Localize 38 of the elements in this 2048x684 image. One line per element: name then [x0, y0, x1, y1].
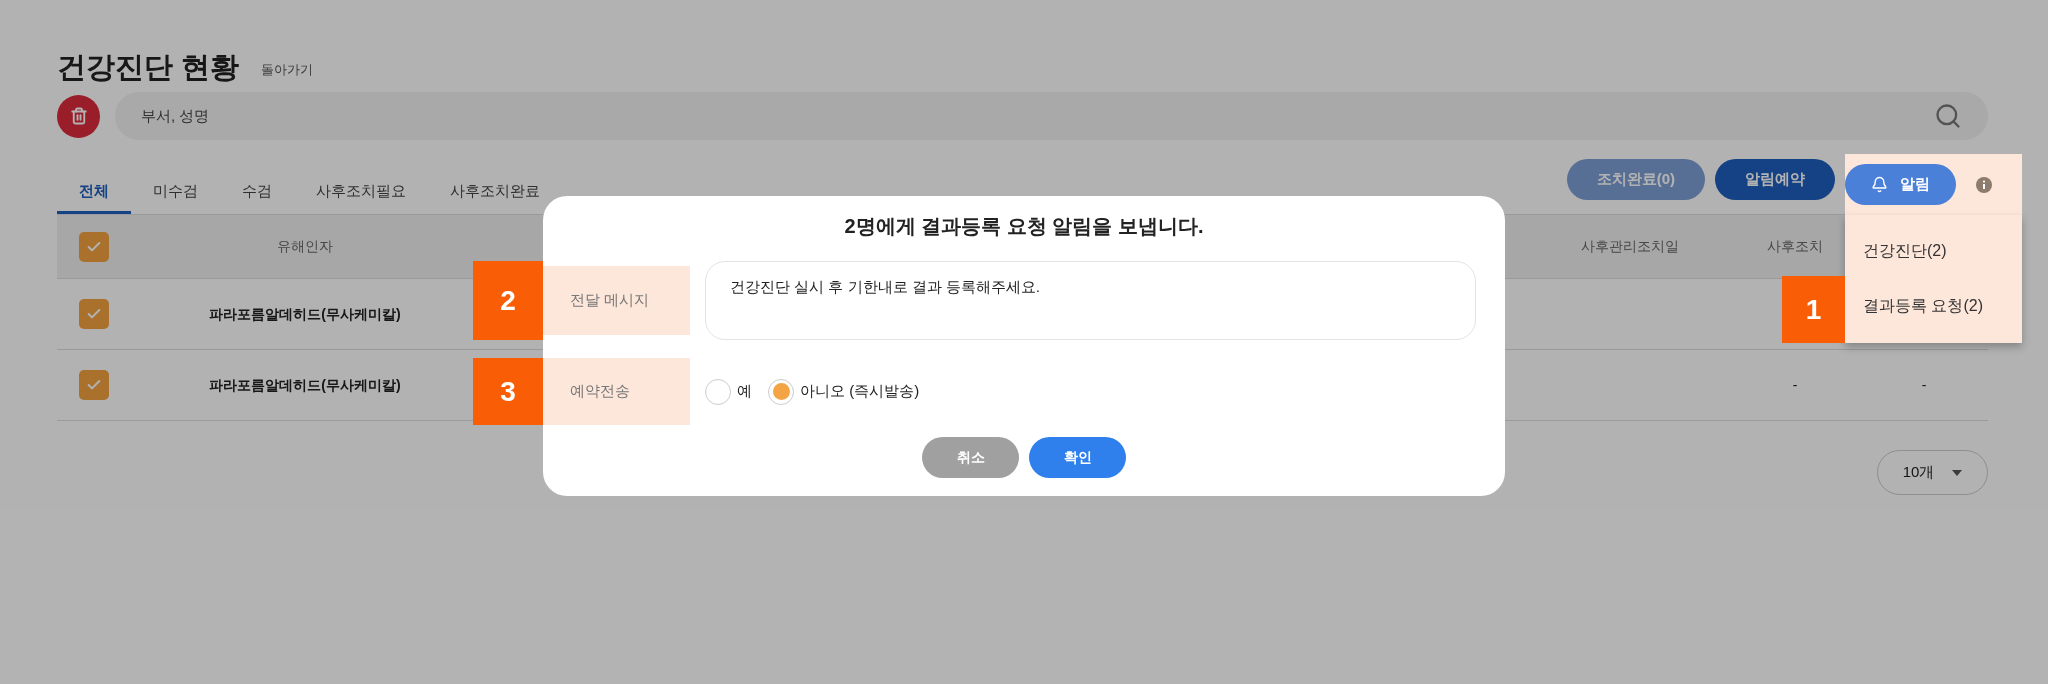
confirm-button[interactable]: 확인 [1029, 437, 1126, 478]
tab[interactable]: 수검 [220, 172, 294, 214]
step-marker: 3 [473, 358, 543, 425]
tab[interactable]: 사후조치완료 [428, 172, 562, 214]
table-cell-text: 파라포름알데히드(무사케미칼) [208, 375, 402, 395]
menu-item[interactable]: 결과등록 요청(2) [1845, 278, 2022, 333]
page-title: 건강진단 현황 [57, 53, 240, 82]
tab[interactable]: 미수검 [131, 172, 220, 214]
tab[interactable]: 사후조치필요 [294, 172, 428, 214]
caret-icon [1952, 469, 1963, 476]
checkbox[interactable] [78, 370, 109, 400]
trash-icon [69, 107, 88, 125]
info-icon[interactable] [1976, 176, 1992, 193]
table-cell: - [1792, 376, 1798, 393]
step-marker: 1 [1782, 276, 1845, 343]
table-cell: - [1921, 376, 1927, 393]
notify-button[interactable]: 알림 [1845, 164, 1956, 205]
radio-option[interactable]: 아니오 (즉시발송) [768, 378, 920, 405]
search-icon[interactable] [1934, 102, 1962, 130]
checkbox[interactable] [78, 231, 109, 262]
back-link[interactable]: 돌아가기 [261, 59, 314, 79]
dialog-title: 2명에게 결과등록 요청 알림을 보냅니다. [844, 214, 1204, 239]
field-label: 예약전송 [543, 358, 690, 425]
column-header: 사후조치 [1766, 237, 1824, 256]
field-label: 전달 메시지 [543, 266, 690, 335]
step-marker: 2 [473, 261, 543, 340]
checkbox[interactable] [78, 299, 109, 329]
column-header: 사후관리조치일 [1580, 237, 1680, 256]
menu-item[interactable]: 건강진단(2) [1845, 223, 2022, 278]
column-header: 유해인자 [276, 237, 334, 256]
action-button[interactable]: 알림예약 [1715, 159, 1835, 200]
search-field[interactable]: 부서, 성명 [141, 104, 1934, 128]
radio-option[interactable]: 예 [705, 378, 752, 405]
message-field[interactable]: 건강진단 실시 후 기한내로 결과 등록해주세요. [705, 261, 1476, 340]
delete-button[interactable] [57, 94, 100, 138]
bell-icon [1871, 176, 1888, 193]
search-bar[interactable]: 부서, 성명 [115, 92, 1988, 140]
table-cell-text: 파라포름알데히드(무사케미칼) [208, 304, 402, 324]
